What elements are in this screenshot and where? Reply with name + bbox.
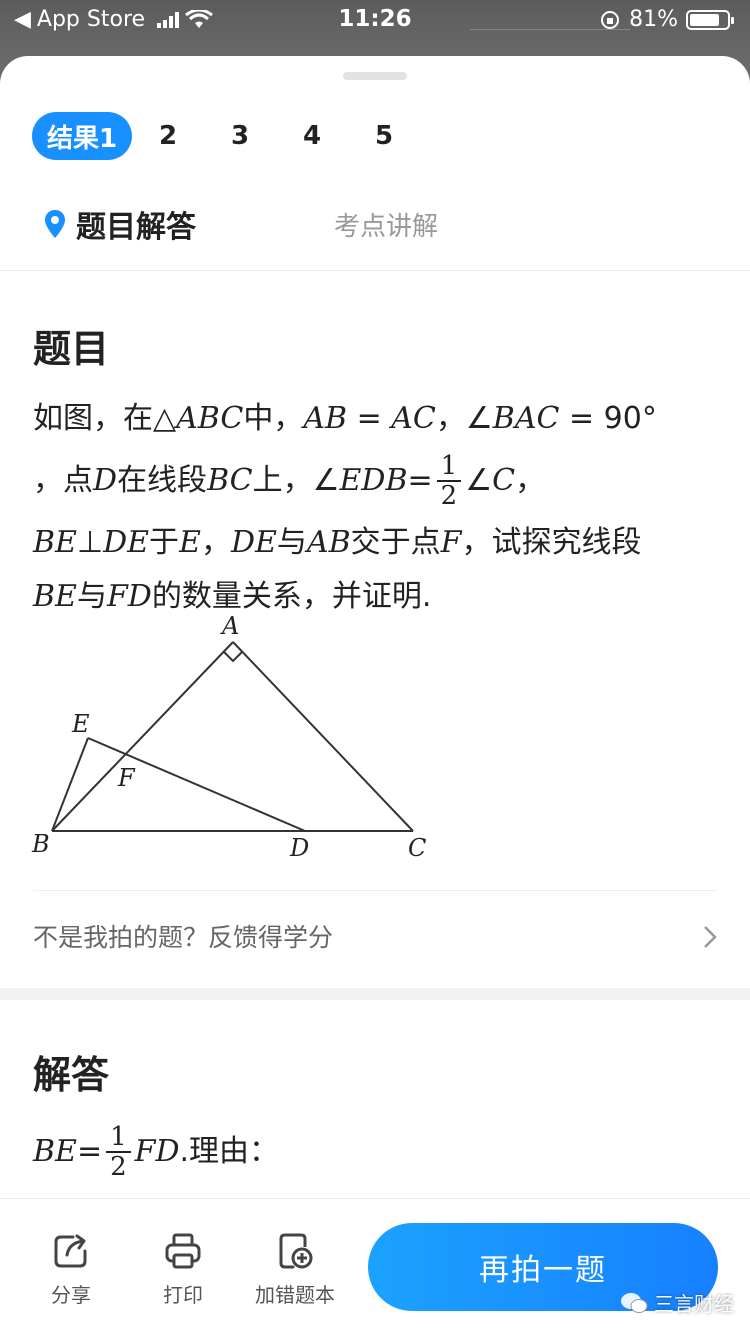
share-label: 分享 <box>51 1283 91 1307</box>
tab-question-answer[interactable]: 题目解答 <box>44 202 196 246</box>
right-angle-mark <box>223 651 243 663</box>
label-a: A <box>220 616 239 640</box>
question-line-1: 如图，在△ABC中，AB = AC，∠BAC = 90° <box>33 401 657 436</box>
divider <box>0 270 750 271</box>
location-pin-icon <box>45 210 65 238</box>
sheet-grabber[interactable] <box>343 72 407 80</box>
print-label: 打印 <box>163 1283 203 1307</box>
segment-be <box>51 737 89 832</box>
watermark-text: 三言财经 <box>654 1292 734 1316</box>
fraction: 12 <box>106 1123 131 1181</box>
share-button[interactable]: 分享 <box>16 1231 126 1308</box>
fraction: 12 <box>436 452 462 510</box>
label-d: D <box>289 834 309 862</box>
question-text: 如图，在△ABC中，AB = AC，∠BAC = 90° ，点 D 在线段 BC 上，∠… <box>33 392 723 624</box>
orientation-lock-icon <box>601 10 620 29</box>
chevron-right-icon <box>704 926 717 948</box>
feedback-label: 不是我拍的题？反馈得学分 <box>33 923 334 952</box>
result-tab-5[interactable]: 5 <box>348 112 420 160</box>
watermark: 三言财经 <box>620 1288 734 1317</box>
result-tab-2[interactable]: 2 <box>132 112 204 160</box>
section-tabs: 题目解答 考点讲解 <box>44 202 724 250</box>
question-heading: 题目 <box>33 327 110 371</box>
add-to-mistake-book-button[interactable]: 加错题本 <box>240 1231 350 1308</box>
add-mistake-label: 加错题本 <box>255 1283 335 1307</box>
battery-percent: 81% <box>629 7 678 32</box>
label-e: E <box>71 710 90 738</box>
wechat-icon <box>621 1292 648 1313</box>
question-line-2: ，点 D 在线段 BC 上，∠ EDB = 1 2 ∠ C， <box>33 451 546 511</box>
label-b: B <box>31 830 50 858</box>
answer-text: BE = 1 2 FD .理由： <box>33 1122 280 1182</box>
result-tab-3[interactable]: 3 <box>204 112 276 160</box>
tab-knowledge-points[interactable]: 考点讲解 <box>334 206 438 243</box>
result-tabs: 结果1 2 3 4 5 <box>32 112 420 160</box>
result-sheet: 结果1 2 3 4 5 题目解答 考点讲解 题目 如图，在△ABC中，AB = … <box>0 56 750 1334</box>
geometry-figure: A B C D E F <box>31 616 426 862</box>
section-separator <box>0 988 750 1000</box>
feedback-row[interactable]: 不是我拍的题？反馈得学分 <box>33 918 723 958</box>
print-button[interactable]: 打印 <box>128 1231 238 1308</box>
result-tab-4[interactable]: 4 <box>276 112 348 160</box>
tab-question-answer-label: 题目解答 <box>76 210 196 245</box>
divider <box>33 890 718 891</box>
status-bar: ◀ App Store 11:26 81% <box>0 0 750 40</box>
battery-icon <box>686 9 734 30</box>
answer-heading: 解答 <box>33 1053 110 1097</box>
printer-icon <box>165 1233 201 1269</box>
label-c: C <box>408 834 426 862</box>
share-icon <box>54 1234 87 1268</box>
add-notebook-icon <box>279 1233 313 1269</box>
label-f: F <box>117 764 136 792</box>
question-line-3: BE⊥DE于E，DE与AB交于点F，试探究线段 <box>33 525 642 560</box>
segment-ac <box>232 641 414 832</box>
result-tab-1[interactable]: 结果1 <box>32 112 132 160</box>
